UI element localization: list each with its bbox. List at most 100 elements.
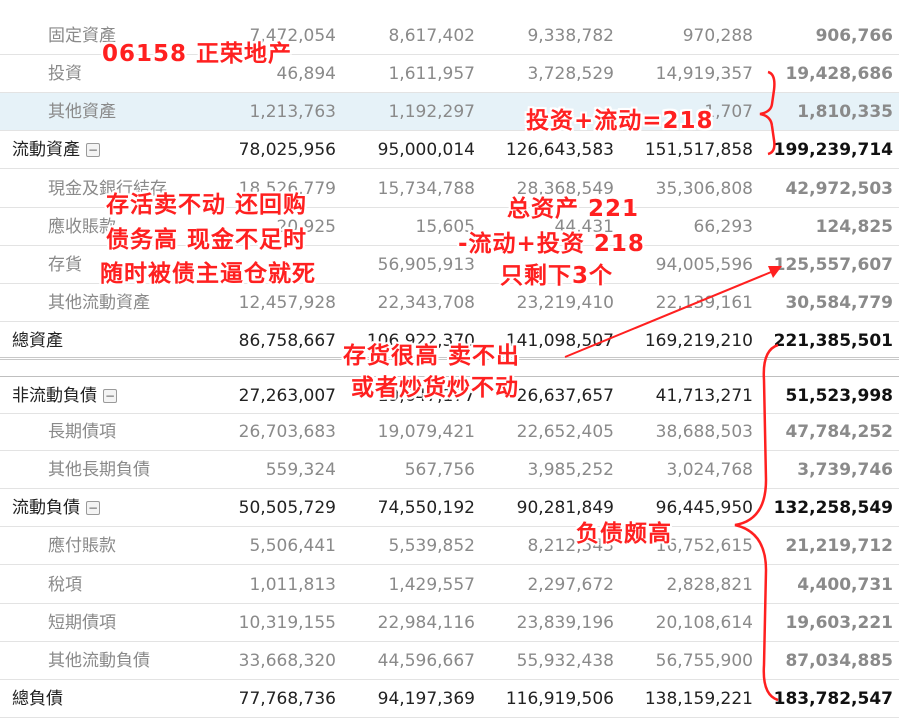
value-cell: 86,758,667 bbox=[238, 331, 336, 351]
value-cell: 42,972,503 bbox=[785, 179, 893, 199]
table-row: 流動負債 −50,505,729 74,550,192 90,281,849 96,44… bbox=[0, 489, 899, 527]
value-cell: 124,825 bbox=[815, 217, 893, 237]
row-label: 應付賬款 bbox=[48, 527, 116, 565]
value-cell: 95,000,014 bbox=[377, 140, 475, 160]
value-cell: 51,523,998 bbox=[785, 386, 893, 406]
row-label-text: 非流動負債 bbox=[12, 386, 97, 406]
table-row: 短期債項 10,319,155 22,984,116 23,839,196 20,108… bbox=[0, 604, 899, 642]
value-cell: 26,703,683 bbox=[238, 422, 336, 442]
row-label: 短期債項 bbox=[48, 604, 116, 642]
value-cell: 1,011,813 bbox=[249, 575, 336, 595]
value-cell: 22,652,405 bbox=[516, 422, 614, 442]
row-label: 存貨 bbox=[48, 246, 82, 284]
value-cell: 14,919,357 bbox=[655, 64, 753, 84]
row-label: 其他資產 bbox=[48, 93, 116, 131]
value-cell: 41,713,271 bbox=[655, 386, 753, 406]
row-label-text: 長期債項 bbox=[48, 422, 116, 442]
table-row: 應付賬款 5,506,441 5,539,852 8,212,543 16,752,61… bbox=[0, 527, 899, 565]
annotation-total-1: 总资产 221 bbox=[507, 196, 640, 222]
value-cell: 22,139,161 bbox=[655, 293, 753, 313]
value-cell: 87,034,885 bbox=[785, 651, 893, 671]
value-cell: 9,338,782 bbox=[527, 26, 614, 46]
row-label: 投資 bbox=[48, 55, 82, 93]
value-cell: 5,506,441 bbox=[249, 536, 336, 556]
row-label-text: 流動資產 bbox=[12, 140, 80, 160]
value-cell: 56,755,900 bbox=[655, 651, 753, 671]
value-cell: 30,584,779 bbox=[785, 293, 893, 313]
annotation-invest-flow: 投资+流动=218 bbox=[526, 108, 714, 134]
annotation-inventory-1: 存活卖不动 还回购 bbox=[106, 192, 308, 218]
value-cell: 12,457,928 bbox=[238, 293, 336, 313]
value-cell: 44,596,667 bbox=[377, 651, 475, 671]
table-row: 其他長期負債 559,324 567,756 3,985,252 3,024,768 3,… bbox=[0, 451, 899, 489]
value-cell: 55,932,438 bbox=[516, 651, 614, 671]
value-cell: 1,429,557 bbox=[388, 575, 475, 595]
collapse-toggle-icon[interactable]: − bbox=[86, 143, 100, 157]
row-label: 其他流動資產 bbox=[48, 284, 150, 322]
table-row: 總負債 77,768,736 94,197,369 116,919,506 138,15… bbox=[0, 680, 899, 718]
value-cell: 221,385,501 bbox=[773, 331, 893, 351]
value-cell: 970,288 bbox=[682, 26, 753, 46]
value-cell: 19,079,421 bbox=[377, 422, 475, 442]
row-label-text: 稅項 bbox=[48, 575, 82, 595]
value-cell: 2,828,821 bbox=[666, 575, 753, 595]
value-cell: 169,219,210 bbox=[644, 331, 753, 351]
row-label-text: 應付賬款 bbox=[48, 536, 116, 556]
value-cell: 138,159,221 bbox=[644, 689, 753, 709]
row-label-text: 其他資產 bbox=[48, 102, 116, 122]
collapse-toggle-icon[interactable]: − bbox=[103, 389, 117, 403]
value-cell: 559,324 bbox=[265, 460, 336, 480]
annotation-stock-2: 或者炒货炒不动 bbox=[351, 375, 519, 401]
value-cell: 125,557,607 bbox=[773, 255, 893, 275]
row-label: 稅項 bbox=[48, 566, 82, 604]
table-row: 其他資產 1,213,763 1,192,297 1,707 1,810,335 bbox=[0, 93, 899, 131]
value-cell: 94,197,369 bbox=[377, 689, 475, 709]
collapse-toggle-icon[interactable]: − bbox=[86, 501, 100, 515]
value-cell: 78,025,956 bbox=[238, 140, 336, 160]
value-cell: 23,839,196 bbox=[516, 613, 614, 633]
annotation-total-2: -流动+投资 218 bbox=[458, 231, 645, 257]
row-label-text: 投資 bbox=[48, 64, 82, 84]
value-cell: 21,219,712 bbox=[785, 536, 893, 556]
row-label-text: 其他長期負債 bbox=[48, 460, 150, 480]
value-cell: 4,400,731 bbox=[797, 575, 893, 595]
row-label-text: 總資產 bbox=[12, 331, 63, 351]
value-cell: 15,734,788 bbox=[377, 179, 475, 199]
value-cell: 22,984,116 bbox=[377, 613, 475, 633]
table-row: 其他流動負債 33,668,320 44,596,667 55,932,438 56,7… bbox=[0, 642, 899, 680]
value-cell: 38,688,503 bbox=[655, 422, 753, 442]
value-cell: 74,550,192 bbox=[377, 498, 475, 518]
value-cell: 132,258,549 bbox=[773, 498, 893, 518]
table-row: 稅項 1,011,813 1,429,557 2,297,672 2,828,821 4,… bbox=[0, 566, 899, 604]
value-cell: 1,810,335 bbox=[797, 102, 893, 122]
annotation-total-3: 只剩下3个 bbox=[500, 263, 614, 289]
value-cell: 20,108,614 bbox=[655, 613, 753, 633]
row-label: 其他流動負債 bbox=[48, 642, 150, 680]
value-cell: 183,782,547 bbox=[773, 689, 893, 709]
value-cell: 3,728,529 bbox=[527, 64, 614, 84]
table-row: 長期債項 26,703,683 19,079,421 22,652,405 38,688… bbox=[0, 413, 899, 451]
value-cell: 3,024,768 bbox=[666, 460, 753, 480]
row-label: 流動資產 − bbox=[12, 131, 100, 169]
value-cell: 567,756 bbox=[404, 460, 475, 480]
value-cell: 77,768,736 bbox=[238, 689, 336, 709]
annotation-inventory-2: 债务高 现金不足时 bbox=[106, 227, 308, 253]
value-cell: 5,539,852 bbox=[388, 536, 475, 556]
row-label: 流動負債 − bbox=[12, 489, 100, 527]
value-cell: 56,905,913 bbox=[377, 255, 475, 275]
value-cell: 22,343,708 bbox=[377, 293, 475, 313]
value-cell: 27,263,007 bbox=[238, 386, 336, 406]
value-cell: 47,784,252 bbox=[785, 422, 893, 442]
value-cell: 906,766 bbox=[815, 26, 893, 46]
table-row: 流動資產 − 78,025,956 95,000,014 126,643,583 151,… bbox=[0, 131, 899, 169]
annotation-inventory-3: 随时被债主逼仓就死 bbox=[100, 261, 316, 287]
table-row: 其他流動資產 12,457,928 22,343,708 23,219,410 22,1… bbox=[0, 284, 899, 322]
row-label-text: 其他流動負債 bbox=[48, 651, 150, 671]
row-label: 其他長期負債 bbox=[48, 451, 150, 489]
value-cell: 151,517,858 bbox=[644, 140, 753, 160]
row-label-text: 存貨 bbox=[48, 255, 82, 275]
value-cell: 8,617,402 bbox=[388, 26, 475, 46]
value-cell: 50,505,729 bbox=[238, 498, 336, 518]
value-cell: 15,605 bbox=[415, 217, 475, 237]
value-cell: 10,319,155 bbox=[238, 613, 336, 633]
